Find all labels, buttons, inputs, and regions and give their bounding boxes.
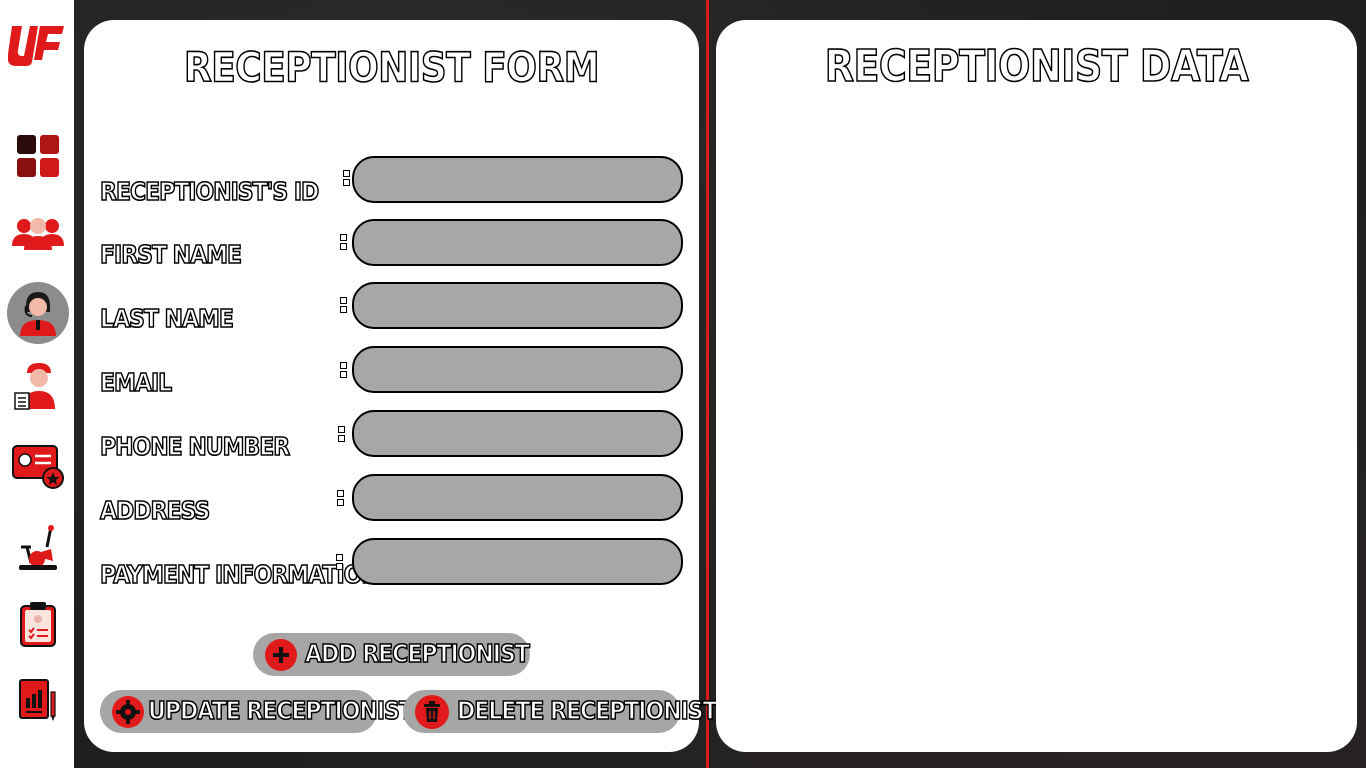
dashboard-icon [15,133,61,179]
trash-icon [415,694,449,729]
plus-icon [265,638,297,671]
clipboard-icon [18,600,58,648]
delete-receptionist-button[interactable]: DELETE RECEPTIONIST [403,690,718,733]
colon-separator [340,362,347,378]
form-title: RECEPTIONIST FORM [183,44,600,93]
panel-divider [706,0,709,768]
address-input[interactable] [352,474,683,521]
nav-trainer[interactable] [8,356,68,416]
nav-equipment[interactable] [8,518,68,578]
phone-number-input[interactable] [352,410,683,457]
nav-clipboard[interactable] [8,594,68,654]
sidebar [0,0,74,768]
field-label-phone-number: PHONE NUMBER [99,432,291,462]
field-label-last-name: LAST NAME [99,304,234,334]
colon-separator [343,170,350,186]
add-receptionist-label: ADD RECEPTIONIST [304,639,530,669]
receptionist-data-panel: RECEPTIONIST DATA [716,20,1357,752]
receptionist-id-input[interactable] [352,156,683,203]
nav-members[interactable] [8,204,68,264]
colon-separator [340,297,347,313]
update-receptionist-label: UPDATE RECEPTIONIST [147,696,414,726]
app-logo[interactable] [7,20,66,68]
nav-membership-card[interactable] [8,436,68,496]
trainer-icon [13,361,63,411]
update-receptionist-button[interactable]: UPDATE RECEPTIONIST [100,690,415,733]
field-label-email: EMAIL [99,368,173,398]
field-label-address: ADDRESS [99,496,211,526]
report-icon [18,678,58,722]
colon-separator [338,426,345,442]
add-receptionist-button[interactable]: ADD RECEPTIONIST [253,633,531,676]
receptionist-icon [16,290,60,336]
nav-dashboard[interactable] [8,126,68,186]
nav-receptionist[interactable] [7,282,69,344]
payment-information-input[interactable] [352,538,683,585]
refresh-gear-icon [112,695,144,728]
equipment-icon [17,525,59,571]
field-label-first-name: FIRST NAME [99,240,242,270]
nav-report[interactable] [8,670,68,730]
last-name-input[interactable] [352,282,683,329]
first-name-input[interactable] [352,219,683,266]
colon-separator [340,234,347,250]
receptionist-form-panel: RECEPTIONIST FORM RECEPTIONIST'S ID FIRS… [84,20,718,752]
delete-receptionist-label: DELETE RECEPTIONIST [456,696,718,726]
membership-card-icon [11,442,65,490]
colon-separator [337,490,344,506]
email-input[interactable] [352,346,683,393]
data-title: RECEPTIONIST DATA [824,40,1250,92]
colon-separator [336,554,343,570]
members-icon [12,214,64,254]
field-label-receptionist-id: RECEPTIONIST'S ID [99,177,320,207]
